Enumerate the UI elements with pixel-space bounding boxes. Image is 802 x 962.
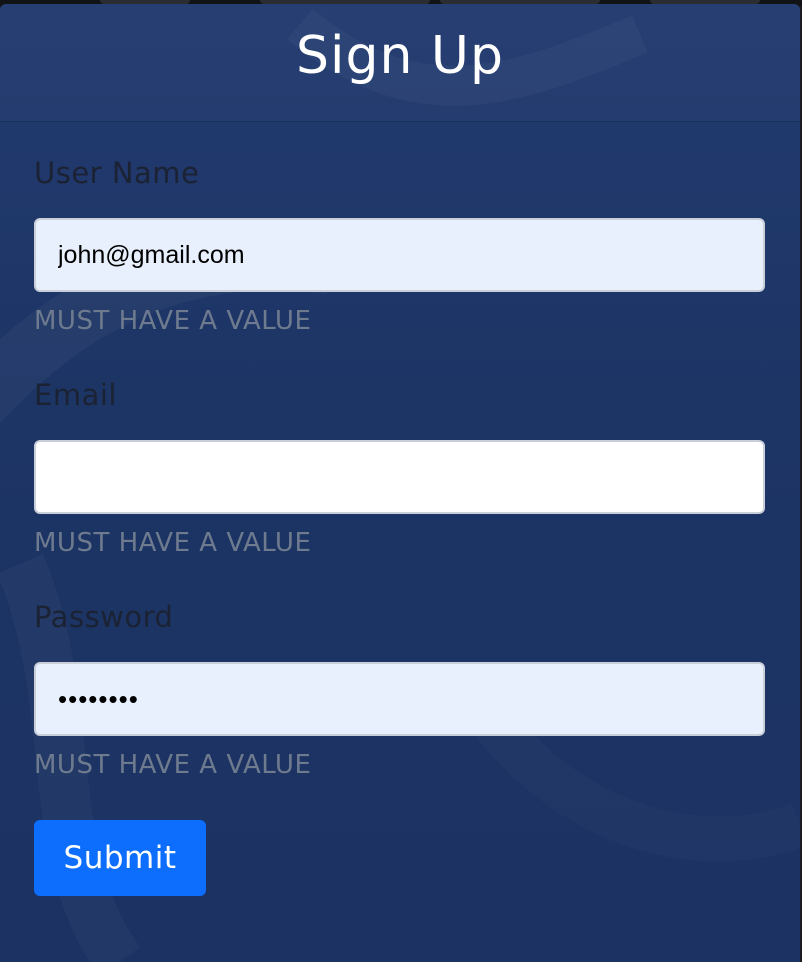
password-input[interactable]	[34, 662, 765, 736]
email-input[interactable]	[34, 440, 765, 514]
page-title: Sign Up	[295, 26, 505, 86]
submit-button[interactable]: Submit	[34, 820, 206, 896]
card-header: Sign Up	[0, 4, 800, 122]
username-label: User Name	[34, 156, 200, 190]
password-error: MUST HAVE A VALUE	[34, 750, 312, 780]
username-input[interactable]	[34, 218, 765, 292]
email-label: Email	[34, 378, 117, 412]
signup-card: Sign Up User Name MUST HAVE A VALUE Emai…	[0, 4, 800, 962]
username-error: MUST HAVE A VALUE	[34, 306, 312, 336]
email-error: MUST HAVE A VALUE	[34, 528, 312, 558]
password-label: Password	[34, 600, 174, 634]
